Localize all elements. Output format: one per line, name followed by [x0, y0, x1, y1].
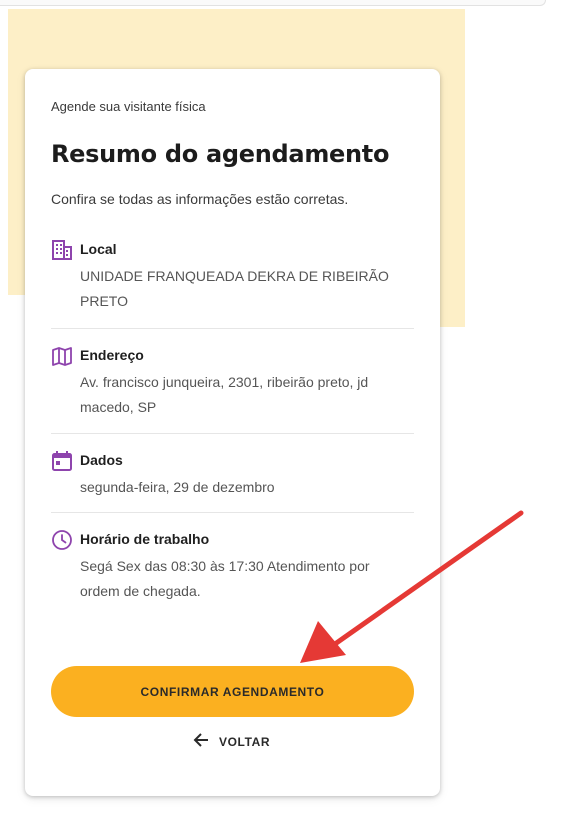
detail-address-label: Endereço — [80, 347, 144, 363]
page-subtitle: Agende sua visitante física — [51, 99, 206, 114]
divider — [51, 433, 414, 434]
summary-card: Agende sua visitante física Resumo do ag… — [25, 69, 440, 796]
building-icon — [51, 239, 73, 261]
detail-date-label: Dados — [80, 452, 123, 468]
clock-icon — [51, 529, 73, 551]
calendar-icon — [51, 450, 73, 472]
arrow-left-icon — [193, 733, 209, 750]
detail-local-label: Local — [80, 241, 117, 257]
page-title: Resumo do agendamento — [51, 140, 390, 168]
map-icon — [51, 345, 73, 367]
divider — [51, 512, 414, 513]
detail-address-value: Av. francisco junqueira, 2301, ribeirão … — [80, 374, 369, 415]
detail-local-value: UNIDADE FRANQUEADA DEKRA DE RIBEIRÃO PRE… — [80, 268, 389, 309]
detail-hours-value: Segá Sex das 08:30 às 17:30 Atendimento … — [80, 558, 370, 599]
page: Agende sua visitante física Resumo do ag… — [0, 0, 570, 829]
detail-hours-label: Horário de trabalho — [80, 531, 210, 547]
top-edge — [0, 0, 546, 6]
confirm-booking-button[interactable]: CONFIRMAR AGENDAMENTO — [51, 666, 414, 717]
back-button-label: VOLTAR — [219, 734, 271, 749]
intro-text: Confira se todas as informações estão co… — [51, 191, 349, 207]
detail-date-value: segunda-feira, 29 de dezembro — [80, 479, 275, 495]
divider — [51, 328, 414, 329]
back-button[interactable]: VOLTAR — [193, 733, 270, 750]
